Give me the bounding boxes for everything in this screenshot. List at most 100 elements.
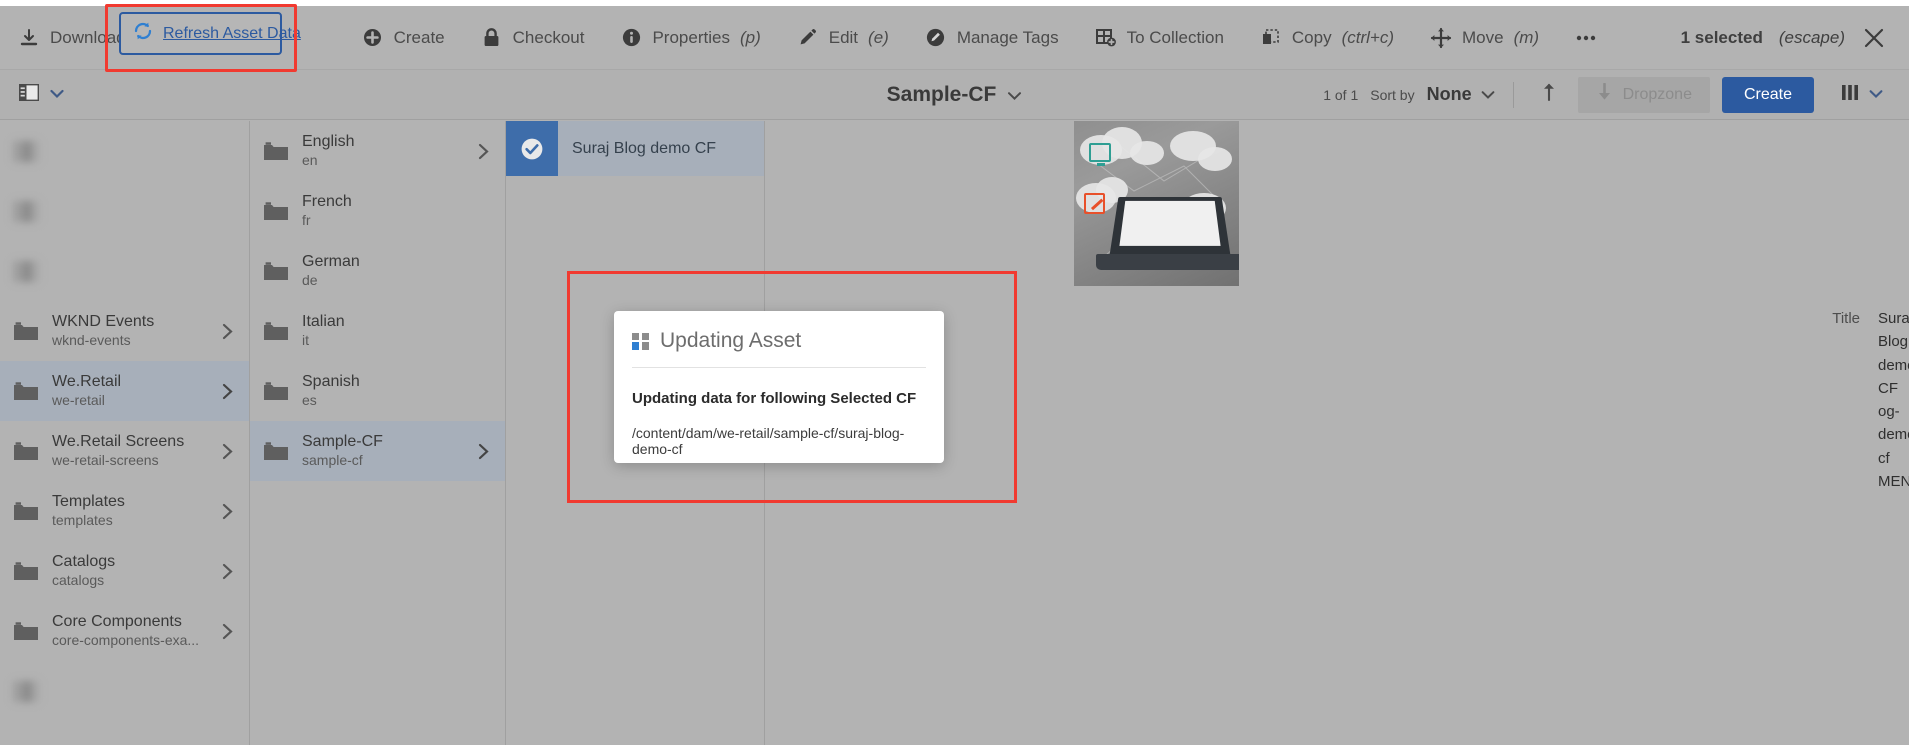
action-to-collection[interactable]: To Collection: [1077, 6, 1242, 70]
action-edit-label: Edit: [828, 27, 859, 47]
lock-icon: [481, 27, 503, 49]
list-item[interactable]: Catalogs catalogs: [0, 541, 249, 601]
rail-toggle-button[interactable]: [0, 83, 82, 107]
list-item-text: We.Retail we-retail: [52, 372, 213, 410]
create-button[interactable]: Create: [1721, 76, 1814, 113]
list-item[interactable]: English en: [250, 121, 505, 181]
list-item-text: Sample-CF sample-cf: [302, 432, 469, 470]
list-item-path: core-components-exa...: [52, 632, 200, 649]
list-item-title: Templates: [52, 492, 125, 510]
list-item-title: German: [302, 252, 360, 270]
asset-metadata: Title Suraj Blog demo CF og-demo-cf MENT: [1814, 307, 1909, 493]
selection-shortcut: (escape): [1778, 27, 1845, 47]
action-copy[interactable]: Copy (ctrl+c): [1242, 6, 1412, 70]
list-item[interactable]: We.Retail Screens we-retail-screens: [0, 421, 249, 481]
sort-direction-button[interactable]: [1532, 78, 1566, 112]
list-item[interactable]: Spanish es: [250, 361, 505, 421]
sort-by-label: Sort by: [1370, 86, 1415, 103]
list-item[interactable]: [0, 181, 249, 241]
asset-list-item-suraj-blog-demo-cf[interactable]: Suraj Blog demo CF: [506, 121, 764, 176]
copy-icon: [1260, 27, 1282, 49]
list-item[interactable]: [0, 661, 249, 721]
folder-icon: [0, 260, 52, 282]
chevron-down-icon: [1481, 84, 1495, 105]
folder-icon: [0, 621, 52, 642]
refresh-asset-data-button[interactable]: Refresh Asset Data: [119, 12, 301, 55]
action-manage-tags[interactable]: Manage Tags: [907, 6, 1077, 70]
chevron-down-icon: [1007, 83, 1022, 107]
chevron-right-icon: [213, 383, 241, 400]
modal-header: Updating Asset: [632, 329, 926, 367]
list-item-path: we-retail-screens: [52, 452, 159, 469]
toolbar-divider: [1512, 81, 1514, 108]
folder-icon: [250, 441, 302, 462]
list-item[interactable]: French fr: [250, 181, 505, 241]
chevron-down-icon: [50, 86, 64, 104]
refresh-icon: [132, 20, 154, 47]
action-properties-label: Properties: [652, 27, 730, 47]
chevron-down-icon: [1869, 86, 1883, 104]
metadata-row: Title Suraj Blog demo CF: [1814, 307, 1909, 400]
list-item-title: We.Retail Screens: [52, 432, 185, 450]
breadcrumb[interactable]: Sample-CF: [815, 83, 1095, 107]
list-item-text: Templates templates: [52, 492, 213, 530]
list-item-text: Catalogs catalogs: [52, 552, 213, 590]
breadcrumb-label: Sample-CF: [886, 82, 997, 106]
action-copy-shortcut: (ctrl+c): [1341, 27, 1395, 47]
content-toolbar: Sample-CF 1 of 1 Sort by None Dropzone C…: [0, 70, 1909, 120]
list-item[interactable]: Core Components core-components-exa...: [0, 601, 249, 661]
folder-icon: [250, 141, 302, 162]
sidebar-item-we-retail[interactable]: We.Retail we-retail: [0, 361, 249, 421]
sort-by-select[interactable]: None: [1427, 84, 1495, 105]
chevron-right-icon: [213, 443, 241, 460]
chevron-right-icon: [213, 503, 241, 520]
view-switcher[interactable]: [1826, 83, 1893, 107]
list-item[interactable]: WKND Events wknd-events: [0, 301, 249, 361]
list-item-path: we-retail: [52, 392, 105, 409]
info-icon: [620, 27, 642, 49]
list-item-path: es: [302, 392, 317, 409]
list-item[interactable]: [0, 121, 249, 181]
list-item-title: Italian: [302, 312, 345, 330]
toolbar-right-group: 1 of 1 Sort by None Dropzone Create: [1323, 76, 1909, 113]
check-circle-icon[interactable]: [506, 121, 558, 176]
more-ellipsis-icon: [1575, 27, 1597, 49]
folder-icon: [0, 381, 52, 402]
list-item-title: Sample-CF: [302, 432, 383, 450]
list-item-text: German de: [302, 252, 469, 290]
column-2-languages: English en French fr German de Italian i…: [250, 121, 506, 745]
list-item-path: fr: [302, 212, 311, 229]
list-item-text: We.Retail Screens we-retail-screens: [52, 432, 213, 470]
move-icon: [1430, 27, 1452, 49]
action-edit[interactable]: Edit (e): [779, 6, 907, 70]
modal-divider: [632, 367, 926, 368]
list-item-path: it: [302, 332, 309, 349]
refresh-asset-data-label: Refresh Asset Data: [163, 24, 301, 42]
download-icon: [18, 27, 40, 49]
modal-title: Updating Asset: [660, 329, 802, 352]
list-item[interactable]: Italian it: [250, 301, 505, 361]
list-item-title: French: [302, 192, 352, 210]
action-checkout[interactable]: Checkout: [463, 6, 603, 70]
create-button-label: Create: [1743, 85, 1792, 103]
selection-status: 1 selected (escape): [1681, 25, 1909, 51]
list-item[interactable]: Templates templates: [0, 481, 249, 541]
folder-icon: [250, 321, 302, 342]
action-move[interactable]: Move (m): [1412, 6, 1557, 70]
action-properties[interactable]: Properties (p): [602, 6, 778, 70]
action-checkout-label: Checkout: [512, 27, 585, 47]
action-more[interactable]: [1557, 6, 1615, 70]
list-item[interactable]: German de: [250, 241, 505, 301]
folder-icon: [0, 561, 52, 582]
folder-icon: [0, 680, 52, 702]
list-item[interactable]: [0, 241, 249, 301]
sidebar-item-sample-cf[interactable]: Sample-CF sample-cf: [250, 421, 505, 481]
action-to-collection-label: To Collection: [1126, 27, 1224, 47]
plus-circle-icon: [362, 27, 384, 49]
asset-thumbnail[interactable]: [1074, 121, 1239, 286]
action-properties-shortcut: (p): [739, 27, 761, 47]
action-create[interactable]: Create: [344, 6, 463, 70]
close-icon[interactable]: [1861, 25, 1887, 51]
dropzone-button[interactable]: Dropzone: [1577, 76, 1710, 113]
folder-icon: [0, 140, 52, 162]
